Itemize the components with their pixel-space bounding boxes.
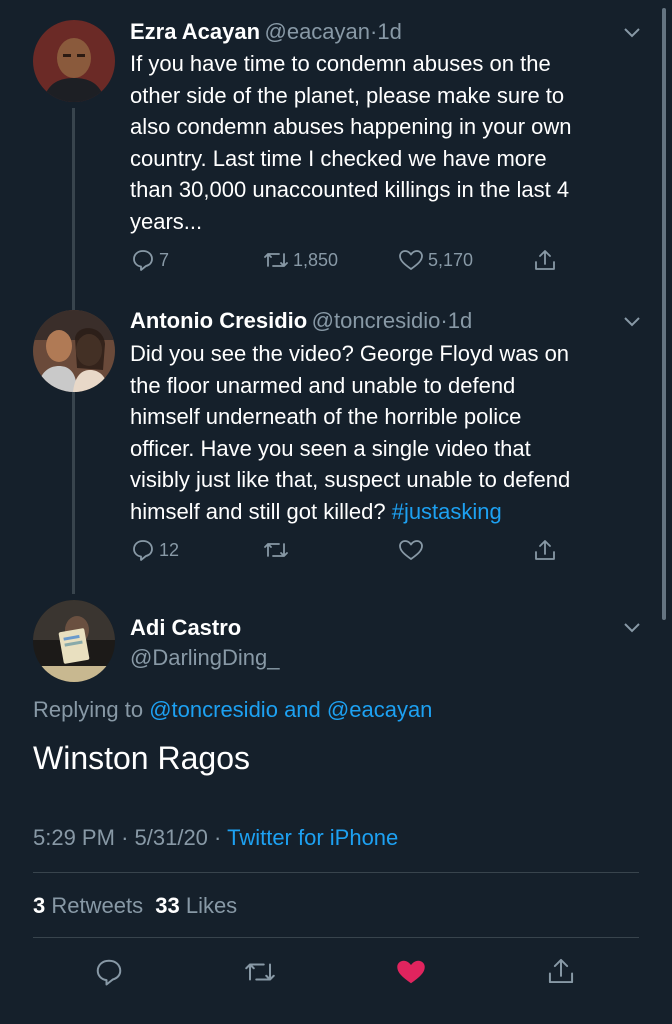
share-icon <box>535 540 555 560</box>
tweet1-reply-count: 7 <box>159 249 170 270</box>
main-chevron-down-icon[interactable] <box>622 620 642 639</box>
tweet2-author-name[interactable]: Antonio Cresidio <box>130 308 307 333</box>
retweets-stat[interactable]: 3 Retweets <box>33 893 143 918</box>
retweet-icon <box>264 543 288 557</box>
tweet2-share-button[interactable] <box>532 537 558 563</box>
main-author-name[interactable]: Adi Castro <box>130 615 241 641</box>
replying-user-link[interactable]: @eacayan <box>327 697 433 722</box>
replying-prefix: Replying to <box>33 697 144 722</box>
tweet1-line: years... <box>130 208 203 234</box>
tweet2-line-last: himself and still got killed? #justaskin… <box>130 496 650 528</box>
replying-to: Replying to @toncresidio and @eacayan <box>33 697 432 723</box>
tweet2-handle[interactable]: @toncresidio <box>312 308 441 333</box>
avatar-adi[interactable] <box>33 600 115 682</box>
reply-icon <box>96 959 122 986</box>
retweet-label: Retweets <box>51 893 144 918</box>
divider <box>33 872 639 873</box>
tweet2-line: the floor unarmed and unable to defend <box>130 372 516 398</box>
tweet-meta: 5:29 PM · 5/31/20 · Twitter for iPhone <box>33 825 398 851</box>
main-share-button[interactable] <box>545 955 577 987</box>
tweet1-like-count: 5,170 <box>428 249 474 270</box>
share-icon <box>548 958 574 984</box>
tweet2-line: himself underneath of the horrible polic… <box>130 404 522 429</box>
meta-separator: · <box>121 825 129 850</box>
heart-icon <box>399 250 423 270</box>
tweet2-line: Did you see the video? George Floyd was … <box>130 341 570 366</box>
retweet-icon <box>264 253 288 267</box>
tweet1-retweet-button[interactable]: 1,850 <box>263 248 338 272</box>
reply-icon <box>133 540 153 561</box>
tweet1-line: other side of the planet, please make su… <box>130 82 565 108</box>
main-tweet-text: Winston Ragos <box>33 740 250 776</box>
meta-separator: · <box>214 825 222 850</box>
tweet2-retweet-button[interactable] <box>263 538 289 562</box>
avatar-antonio[interactable] <box>33 310 115 392</box>
divider <box>33 937 639 938</box>
avatar-ezra[interactable] <box>33 20 115 102</box>
tweet1-retweet-count: 1,850 <box>293 249 339 270</box>
tweet2-chevron-down-icon[interactable] <box>622 314 642 333</box>
tweet1-author-name[interactable]: Ezra Acayan <box>130 19 260 44</box>
tweet-date: 5/31/20 <box>134 825 208 850</box>
tweet1-line: also condemn abuses happening in your ow… <box>130 114 572 139</box>
engagement-stats: 3 Retweets 33 Likes <box>33 893 237 919</box>
tweet1-like-button[interactable]: 5,170 <box>398 248 473 272</box>
share-icon <box>535 250 555 270</box>
tweet1-share-button[interactable] <box>532 247 558 273</box>
tweet2-separator: · <box>440 308 448 333</box>
replying-and: and <box>284 697 321 722</box>
tweet2-line: visibly just like that, suspect unable t… <box>130 467 571 492</box>
scrollbar[interactable] <box>662 8 666 620</box>
reply-icon <box>133 250 153 271</box>
main-like-button[interactable] <box>394 957 428 987</box>
tweet1-handle[interactable]: @eacayan <box>265 19 371 44</box>
tweet1-time[interactable]: 1d <box>377 19 401 44</box>
tweet2-text: Did you see the video? George Floyd was … <box>130 338 650 527</box>
tweet1-line: country. Last time I checked we have mor… <box>130 145 547 171</box>
like-count: 33 <box>155 893 180 918</box>
tweet1-line: If you have time to condemn abuses on th… <box>130 51 551 76</box>
replying-user-link[interactable]: @toncresidio <box>149 697 278 722</box>
tweet2-reply-button[interactable]: 12 <box>131 538 179 562</box>
like-label: Likes <box>185 893 238 918</box>
tweet1-line: than 30,000 unaccounted killings in the … <box>130 177 570 202</box>
tweet-source-link[interactable]: Twitter for iPhone <box>227 825 398 850</box>
hashtag-link[interactable]: #justasking <box>392 499 502 524</box>
tweet1-text: If you have time to condemn abuses on th… <box>130 48 650 237</box>
main-handle[interactable]: @DarlingDing_ <box>130 645 280 671</box>
tweet1-chevron-down-icon[interactable] <box>622 25 642 44</box>
tweet2-header: Antonio Cresidio @toncresidio·1d <box>130 308 472 334</box>
tweet2-time[interactable]: 1d <box>448 308 472 333</box>
tweet-time: 5:29 PM <box>33 825 115 850</box>
main-retweet-button[interactable] <box>243 957 277 987</box>
tweet2-line: officer. Have you seen a single video th… <box>130 435 531 461</box>
heart-filled-icon <box>397 960 425 984</box>
retweet-count: 3 <box>33 893 46 918</box>
tweet1-reply-button[interactable]: 7 <box>131 248 169 272</box>
likes-stat[interactable]: 33 Likes <box>155 893 237 918</box>
tweet1-header: Ezra Acayan @eacayan·1d <box>130 19 402 45</box>
heart-icon <box>399 540 423 560</box>
tweet2-reply-count: 12 <box>159 539 180 560</box>
tweet2-like-button[interactable] <box>398 538 424 562</box>
main-reply-button[interactable] <box>94 957 124 987</box>
retweet-icon <box>245 963 275 981</box>
tweet2-line: himself and still got killed? <box>130 498 386 524</box>
